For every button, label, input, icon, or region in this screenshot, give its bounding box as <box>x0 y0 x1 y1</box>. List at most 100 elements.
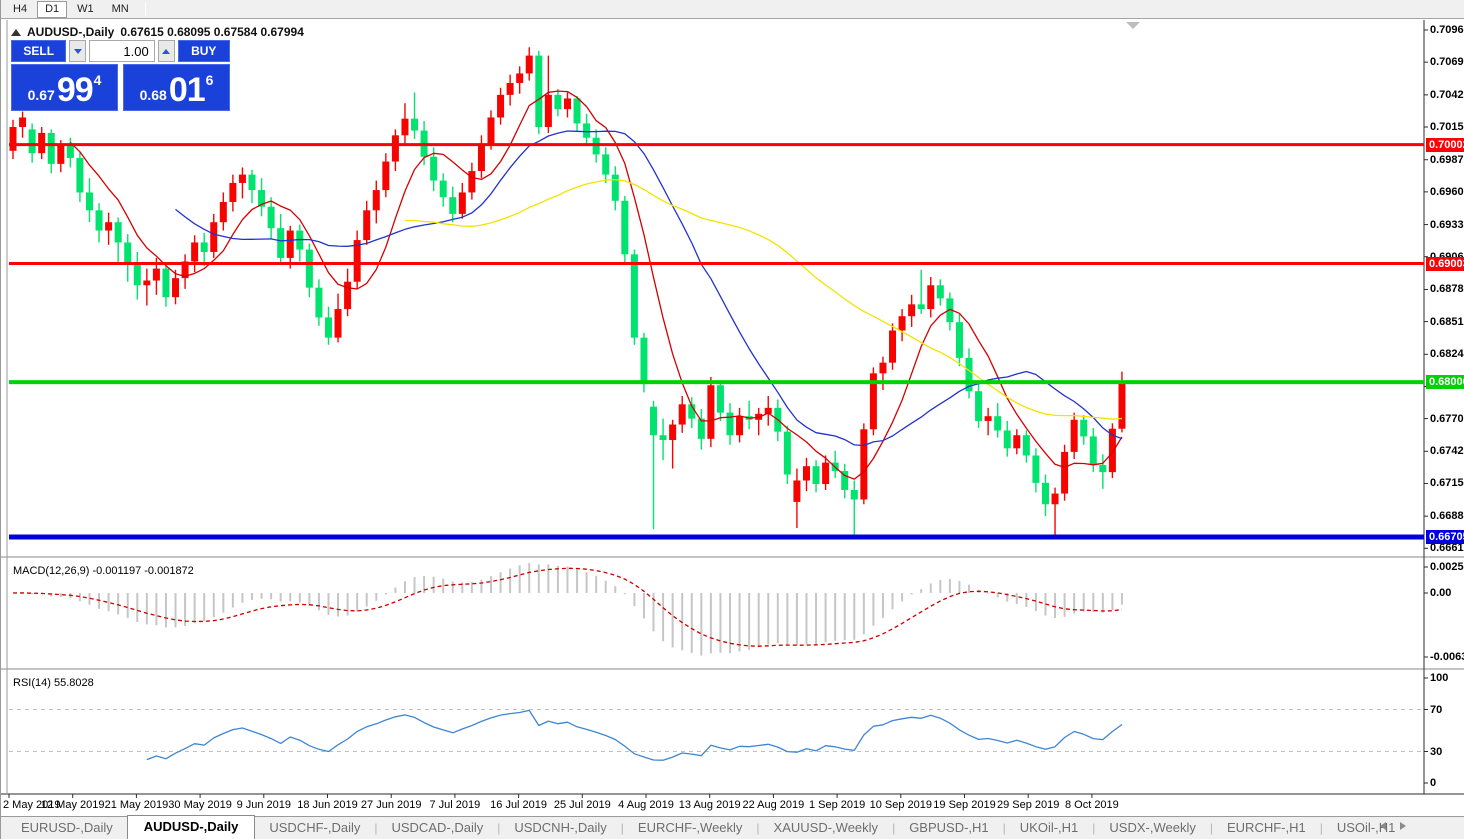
candle <box>325 317 332 337</box>
time-axis-label: 25 Jul 2019 <box>554 799 611 811</box>
price-tick-label: 0.68240 <box>1430 348 1464 360</box>
chart-tab-usdchf-daily[interactable]: USDCHF-,Daily <box>255 817 374 839</box>
sell-price-pip: 4 <box>94 72 102 88</box>
time-axis-label: 12 May 2019 <box>41 799 105 811</box>
hline-0.66705[interactable] <box>9 534 1424 539</box>
buy-price-button[interactable]: 0.68 01 6 <box>123 64 230 111</box>
collapse-chart-icon[interactable] <box>11 29 21 36</box>
candle <box>851 490 858 500</box>
price-level-badge: 0.68006 <box>1426 375 1464 389</box>
candle <box>10 127 17 151</box>
chart-area[interactable]: AUDUSD-,Daily 0.67615 0.68095 0.67584 0.… <box>1 20 1464 839</box>
candle <box>153 269 160 281</box>
time-axis-label: 30 May 2019 <box>168 799 232 811</box>
candle <box>621 201 628 255</box>
chart-tab-xauusd-weekly[interactable]: XAUUSD-,Weekly <box>760 817 893 839</box>
candle <box>401 119 408 136</box>
candle <box>124 242 131 263</box>
tabs-scroll-left-icon[interactable] <box>1380 822 1386 830</box>
candles-layer <box>10 47 1126 537</box>
chart-canvas[interactable] <box>1 0 1464 839</box>
time-axis-label: 4 Aug 2019 <box>618 799 674 811</box>
candle <box>784 432 791 475</box>
chart-tab-usdcnh-daily[interactable]: USDCNH-,Daily <box>500 817 620 839</box>
chart-tab-usdcad-daily[interactable]: USDCAD-,Daily <box>377 817 497 839</box>
hline-0.70002[interactable] <box>9 143 1424 146</box>
candle <box>76 158 83 193</box>
candle <box>468 171 475 192</box>
candle <box>822 463 829 484</box>
candle <box>736 416 743 435</box>
hline-0.68006[interactable] <box>9 380 1424 384</box>
price-tick-label: 0.69875 <box>1430 154 1464 166</box>
candle <box>612 175 619 201</box>
sell-price-button[interactable]: 0.67 99 4 <box>11 64 118 111</box>
rsi-axis-label: 30 <box>1430 746 1442 758</box>
candle <box>994 416 1001 430</box>
candle <box>220 202 227 222</box>
chart-tab-eurchf-weekly[interactable]: EURCHF-,Weekly <box>624 817 757 839</box>
candle <box>354 240 361 282</box>
time-axis-label: 1 Sep 2019 <box>809 799 865 811</box>
price-tick-label: 0.70965 <box>1430 24 1464 36</box>
price-tick-label: 0.68515 <box>1430 316 1464 328</box>
volume-increase-button[interactable] <box>158 40 175 62</box>
candle <box>210 222 217 252</box>
volume-input[interactable]: 1.00 <box>89 40 154 62</box>
price-tick-label: 0.70695 <box>1430 56 1464 68</box>
candle <box>574 98 581 123</box>
candle <box>191 242 198 261</box>
candle <box>277 228 284 258</box>
candle <box>679 404 686 424</box>
pane-frames <box>1 20 1464 794</box>
price-level-badge: 0.69003 <box>1426 257 1464 271</box>
candle <box>526 56 533 74</box>
volume-decrease-button[interactable] <box>69 40 86 62</box>
candle <box>249 175 256 190</box>
chart-tab-gbpusd-h1[interactable]: GBPUSD-,H1 <box>895 817 1002 839</box>
candle <box>1099 465 1106 472</box>
candle <box>583 123 590 137</box>
candle <box>162 269 169 298</box>
time-axis-label: 18 Jun 2019 <box>297 799 358 811</box>
candle <box>335 309 342 338</box>
chart-tab-audusd-daily[interactable]: AUDUSD-,Daily <box>127 815 256 839</box>
buy-button[interactable]: BUY <box>178 40 230 62</box>
candle <box>918 304 925 309</box>
candle <box>640 338 647 384</box>
sell-price-big: 99 <box>57 75 93 106</box>
candle <box>564 98 571 109</box>
hline-0.69003[interactable] <box>9 262 1424 265</box>
one-click-trading-panel: SELL 1.00 BUY 0.67 99 4 0.68 01 <box>11 40 230 111</box>
candle <box>717 385 724 412</box>
candle <box>516 73 523 83</box>
chart-tab-usdx-weekly[interactable]: USDX-,Weekly <box>1095 817 1209 839</box>
candle <box>411 119 418 131</box>
rsi-line <box>147 710 1122 760</box>
candle <box>707 385 714 439</box>
candle <box>392 135 399 161</box>
candle <box>201 242 208 252</box>
chart-tab-ukoil-h1[interactable]: UKOil-,H1 <box>1006 817 1093 839</box>
sell-price-prefix: 0.67 <box>28 88 55 106</box>
tabs-scroll-right-icon[interactable] <box>1400 822 1406 830</box>
candle <box>879 363 886 374</box>
candle <box>96 210 103 230</box>
price-tick-label: 0.67155 <box>1430 477 1464 489</box>
candle <box>860 429 867 499</box>
candle <box>554 95 561 109</box>
chart-tab-eurchf-h1[interactable]: EURCHF-,H1 <box>1213 817 1320 839</box>
candle <box>660 435 667 440</box>
candle <box>727 413 734 436</box>
rsi-axis-label: 0 <box>1430 777 1436 789</box>
candle <box>1090 436 1097 465</box>
time-axis-label: 16 Jul 2019 <box>490 799 547 811</box>
candle <box>229 183 236 202</box>
candle <box>927 285 934 309</box>
time-axis-label: 8 Oct 2019 <box>1065 799 1119 811</box>
candle <box>306 250 313 288</box>
sell-button[interactable]: SELL <box>11 40 66 62</box>
candle <box>1023 435 1030 455</box>
chart-shift-icon[interactable] <box>1126 22 1140 29</box>
chart-tab-eurusd-daily[interactable]: EURUSD-,Daily <box>7 817 127 839</box>
